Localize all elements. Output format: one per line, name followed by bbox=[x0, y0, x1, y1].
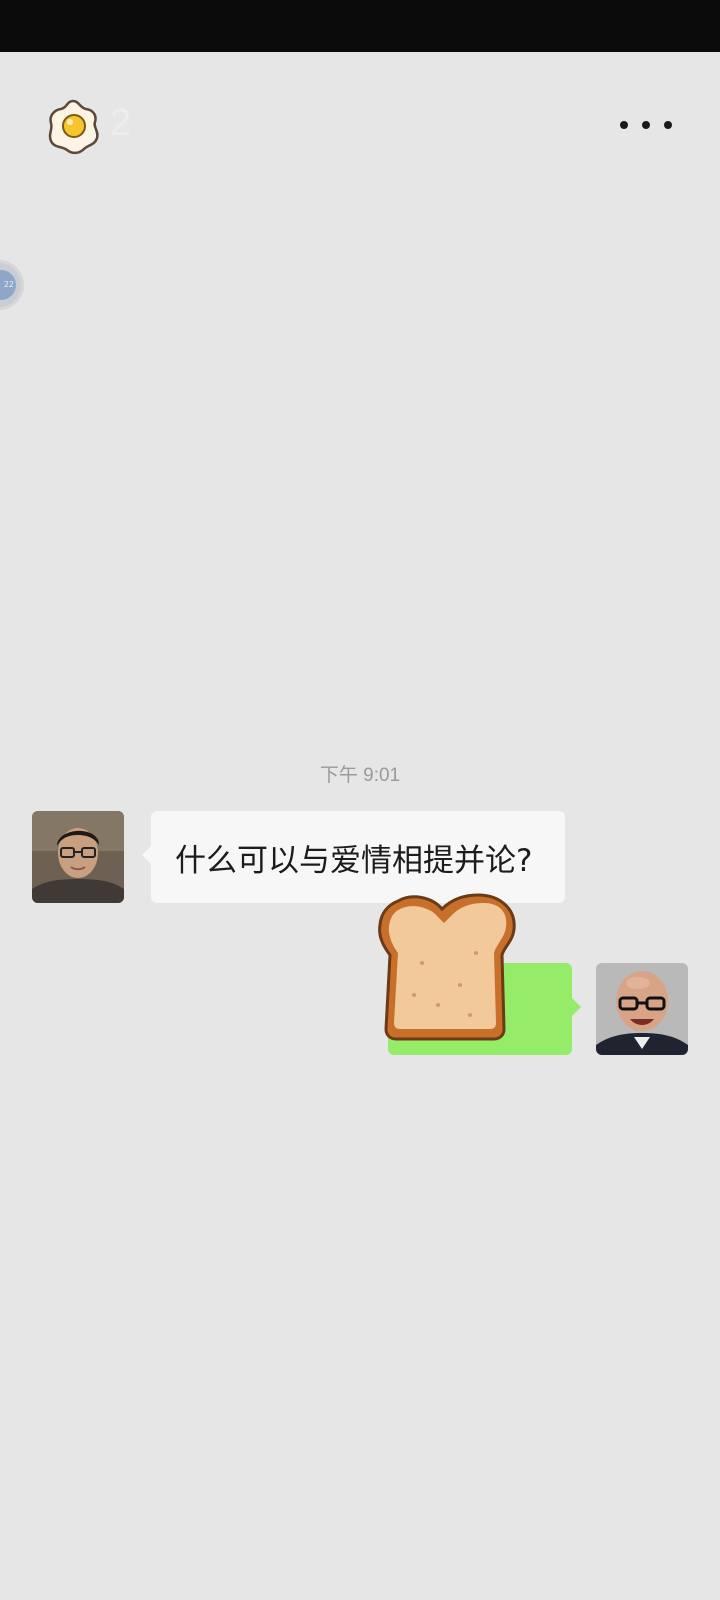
more-icon bbox=[620, 121, 628, 129]
toast-bread-sticker[interactable] bbox=[378, 893, 524, 1045]
egg-count: 2 bbox=[110, 102, 132, 144]
avatar-young-man-glasses[interactable] bbox=[32, 811, 124, 903]
avatar-bald-man-glasses[interactable] bbox=[596, 963, 688, 1055]
incoming-message-bubble[interactable]: 什么可以与爱情相提并论? bbox=[142, 811, 565, 903]
floating-widget-text: 22 bbox=[0, 270, 16, 300]
status-bar bbox=[0, 0, 720, 52]
floating-window-icon[interactable]: 22 bbox=[0, 260, 24, 310]
incoming-message-text: 什么可以与爱情相提并论? bbox=[175, 842, 533, 879]
more-button[interactable] bbox=[620, 110, 672, 140]
message-timestamp: 下午 9:01 bbox=[319, 765, 401, 786]
fried-egg-icon[interactable] bbox=[42, 96, 104, 158]
